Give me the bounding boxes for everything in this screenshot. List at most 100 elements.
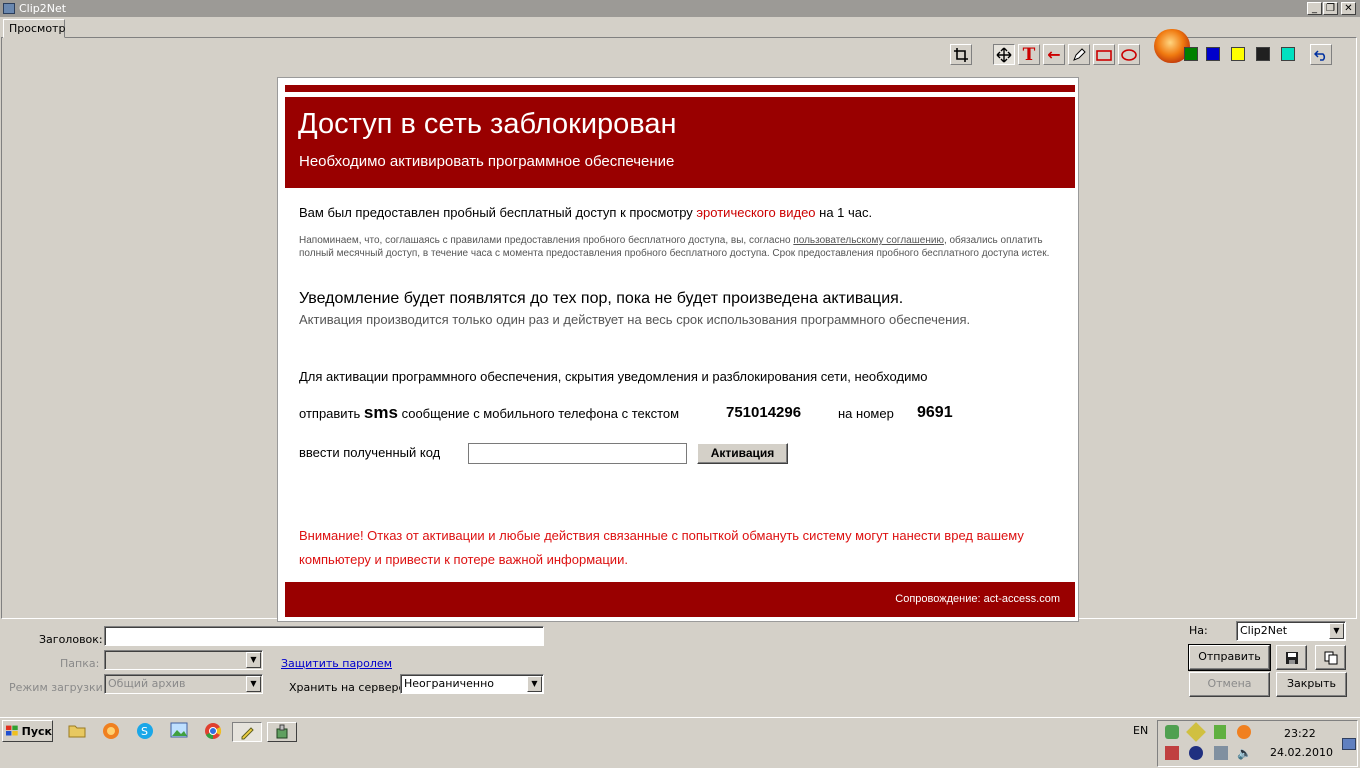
to-label: На:	[1189, 624, 1208, 637]
crop-icon	[954, 47, 968, 62]
volume-icon[interactable]: 🔈	[1237, 746, 1252, 760]
clock-date[interactable]: 24.02.2010	[1270, 746, 1333, 759]
upload-mode-value: Общий архив	[108, 677, 186, 690]
clip2net-taskbar-button[interactable]	[232, 722, 262, 742]
show-desktop-icon[interactable]	[1342, 738, 1356, 750]
title-bar: Clip2Net _ ❐ ✕	[0, 0, 1360, 17]
network-icon[interactable]	[1165, 725, 1179, 739]
clock-time[interactable]: 23:22	[1284, 727, 1316, 740]
upload-mode-select[interactable]: Общий архив ▼	[104, 674, 263, 694]
tab-preview[interactable]: Просмотр	[3, 19, 65, 38]
sms-text-code: 751014296	[726, 404, 802, 421]
undo-icon	[1314, 49, 1326, 61]
start-button[interactable]: Пуск	[2, 720, 53, 742]
rectangle-tool-icon	[1096, 49, 1112, 61]
intro-before: Вам был предоставлен пробный бесплатный …	[299, 205, 697, 220]
user-agreement-link[interactable]: пользовательскому соглашению	[793, 235, 944, 246]
app-taskbar-button[interactable]	[267, 722, 297, 742]
save-button[interactable]	[1276, 645, 1307, 670]
color-swatch-blue[interactable]	[1206, 47, 1220, 61]
sms-word: sms	[363, 403, 398, 422]
store-duration-value: Неограниченно	[404, 677, 494, 690]
ellipse-tool-button[interactable]	[1118, 44, 1140, 65]
pencil-tool-button[interactable]	[1068, 44, 1090, 65]
ellipse-tool-icon	[1121, 48, 1137, 61]
windows-logo-icon	[6, 725, 18, 736]
arrow-tool-icon: ←	[1047, 44, 1061, 64]
chevron-down-icon[interactable]: ▼	[1329, 623, 1344, 639]
store-on-server-label: Хранить на сервере:	[289, 681, 409, 694]
copy-button[interactable]	[1315, 645, 1346, 670]
code-label: ввести полученный код	[299, 445, 441, 460]
floppy-disk-icon	[1285, 652, 1298, 664]
network-status-icon[interactable]	[1214, 746, 1228, 760]
close-button[interactable]: ✕	[1341, 2, 1356, 15]
chevron-down-icon[interactable]: ▼	[527, 676, 542, 692]
to-number-label: на номер	[838, 406, 894, 421]
move-icon	[996, 47, 1012, 62]
folder-label: Папка:	[60, 657, 100, 670]
undo-button[interactable]	[1310, 44, 1332, 65]
arrow-tool-button[interactable]: ←	[1043, 44, 1065, 65]
send-button[interactable]: Отправить	[1188, 644, 1271, 671]
title-label: Заголовок:	[39, 633, 103, 646]
protect-link-text[interactable]: Защитить паролем	[281, 657, 392, 670]
firefox-tray-icon[interactable]	[1237, 725, 1251, 739]
app-icon	[276, 724, 288, 739]
folder-select[interactable]: ▼	[104, 650, 263, 670]
crop-tool-button[interactable]	[950, 44, 972, 65]
intro-highlight: эротического видео	[696, 205, 816, 220]
send-prefix: отправить	[299, 406, 361, 421]
destination-select[interactable]: Clip2Net ▼	[1236, 621, 1346, 641]
chevron-down-icon[interactable]: ▼	[246, 676, 261, 692]
folder-icon[interactable]	[68, 722, 88, 740]
chevron-down-icon[interactable]: ▼	[246, 652, 261, 668]
footer-bar: Сопровождение: act-access.com	[285, 582, 1075, 617]
firefox-icon[interactable]	[102, 722, 122, 740]
sms-instruction: отправить sms сообщение с мобильного тел…	[299, 402, 679, 425]
copy-icon	[1324, 651, 1337, 665]
image-viewer-icon[interactable]	[170, 722, 190, 740]
cancel-button[interactable]: Отмена	[1189, 672, 1270, 697]
sms-number: 9691	[917, 404, 953, 421]
page-subheading: Необходимо активировать программное обес…	[299, 153, 675, 170]
activation-instruction: Для активации программного обеспечения, …	[299, 369, 928, 384]
activate-button[interactable]: Активация	[697, 443, 788, 464]
banner-top-line	[285, 85, 1075, 92]
send-middle: сообщение с мобильного телефона с тексто…	[401, 406, 680, 421]
title-input[interactable]	[104, 626, 544, 646]
color-swatch-green[interactable]	[1184, 47, 1198, 61]
activation-code-input[interactable]	[468, 443, 687, 464]
notify-heading: Уведомление будет появлятся до тех пор, …	[299, 290, 904, 307]
store-duration-select[interactable]: Неограниченно ▼	[400, 674, 544, 694]
security-icon[interactable]	[1165, 746, 1179, 760]
skype-icon[interactable]: S	[136, 722, 156, 740]
notify-subtext: Активация производится только один раз и…	[299, 312, 971, 327]
rectangle-tool-button[interactable]	[1093, 44, 1115, 65]
text-tool-icon: T	[1022, 44, 1036, 65]
upload-icon[interactable]	[1214, 725, 1226, 739]
notice-text: Напоминаем, что, соглашаясь с правилами …	[299, 234, 1059, 260]
window-title: Clip2Net	[19, 2, 67, 15]
chrome-icon[interactable]	[204, 722, 224, 740]
page-heading: Доступ в сеть заблокирован	[298, 108, 677, 140]
clip2net-icon	[241, 727, 254, 740]
language-indicator[interactable]: EN	[1133, 724, 1148, 737]
intro-text: Вам был предоставлен пробный бесплатный …	[299, 204, 872, 221]
color-swatch-black[interactable]	[1256, 47, 1270, 61]
pencil-tool-icon	[1073, 47, 1086, 61]
protect-password-link[interactable]: Защитить паролем	[281, 657, 392, 671]
move-tool-button[interactable]	[993, 44, 1015, 65]
restore-button[interactable]: ❐	[1323, 2, 1338, 15]
text-tool-button[interactable]: T	[1018, 44, 1040, 65]
svg-text:S: S	[141, 725, 148, 738]
close-dialog-button[interactable]: Закрыть	[1276, 672, 1347, 697]
minimize-button[interactable]: _	[1307, 2, 1322, 15]
color-swatch-yellow[interactable]	[1231, 47, 1245, 61]
warning-text: Внимание! Отказ от активации и любые дей…	[299, 528, 1024, 567]
start-label: Пуск	[21, 724, 52, 738]
color-swatch-cyan[interactable]	[1281, 47, 1295, 61]
antivirus-icon[interactable]	[1189, 746, 1203, 760]
system-tray	[1157, 720, 1358, 767]
intro-after: на 1 час.	[815, 205, 873, 220]
